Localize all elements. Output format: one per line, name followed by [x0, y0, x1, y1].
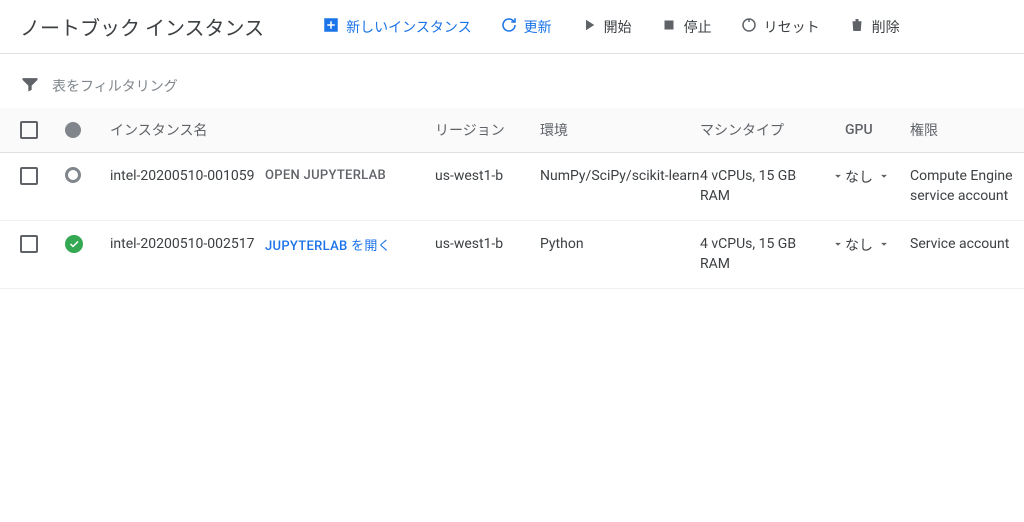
reset-label: リセット — [764, 17, 820, 37]
toolbar: ノートブック インスタンス 新しいインスタンス 更新 開始 停止 リセット 削除 — [0, 0, 1024, 54]
machine-type-label: 4 vCPUs, 15 GB RAM — [700, 235, 827, 274]
table-row: intel-20200510-001059 OPEN JUPYTERLAB us… — [0, 153, 1024, 221]
filter-icon[interactable] — [20, 74, 40, 98]
row-checkbox[interactable] — [20, 167, 38, 185]
gpu-cell[interactable]: なし — [845, 235, 910, 255]
select-all-checkbox[interactable] — [20, 121, 38, 139]
col-machine: マシンタイプ — [700, 120, 845, 140]
table-header: インスタンス名 リージョン 環境 マシンタイプ GPU 権限 — [0, 108, 1024, 153]
row-checkbox[interactable] — [20, 235, 38, 253]
machine-type-cell[interactable]: 4 vCPUs, 15 GB RAM — [700, 235, 845, 274]
reset-icon — [740, 16, 758, 38]
play-icon — [580, 16, 598, 38]
machine-type-cell[interactable]: 4 vCPUs, 15 GB RAM — [700, 167, 845, 206]
table-row: intel-20200510-002517 JUPYTERLAB を開く us-… — [0, 221, 1024, 289]
open-jupyterlab-link[interactable]: OPEN JUPYTERLAB — [265, 168, 386, 183]
region-cell: us-west1-b — [435, 235, 540, 255]
chevron-down-icon — [877, 237, 891, 255]
machine-type-label: 4 vCPUs, 15 GB RAM — [700, 167, 827, 206]
page-title: ノートブック インスタンス — [20, 12, 264, 41]
status-header-icon — [65, 122, 81, 138]
new-instance-button[interactable]: 新しいインスタンス — [322, 16, 471, 38]
gpu-label: なし — [845, 235, 873, 255]
plus-icon — [322, 16, 340, 38]
permission-cell: Service account — [910, 235, 1024, 255]
delete-button[interactable]: 削除 — [848, 16, 900, 38]
reset-button[interactable]: リセット — [740, 16, 820, 38]
stop-label: 停止 — [684, 17, 712, 37]
env-cell: Python — [540, 235, 700, 255]
refresh-button[interactable]: 更新 — [500, 16, 552, 38]
filter-placeholder[interactable]: 表をフィルタリング — [52, 76, 178, 96]
chevron-down-icon — [831, 169, 845, 187]
filter-bar: 表をフィルタリング — [0, 54, 1024, 108]
status-running-icon — [65, 235, 83, 253]
col-env: 環境 — [540, 120, 700, 140]
chevron-down-icon — [877, 169, 891, 187]
col-region: リージョン — [435, 120, 540, 140]
status-provisioning-icon — [65, 167, 81, 183]
trash-icon — [848, 16, 866, 38]
stop-button[interactable]: 停止 — [660, 16, 712, 38]
stop-icon — [660, 16, 678, 38]
instance-name: intel-20200510-002517 — [110, 235, 265, 255]
gpu-cell[interactable]: なし — [845, 167, 910, 187]
region-cell: us-west1-b — [435, 167, 540, 187]
open-jupyterlab-link[interactable]: JUPYTERLAB を開く — [265, 239, 391, 254]
env-cell: NumPy/SciPy/scikit-learn — [540, 167, 700, 187]
col-name: インスタンス名 — [110, 120, 265, 140]
start-label: 開始 — [604, 17, 632, 37]
delete-label: 削除 — [872, 17, 900, 37]
col-gpu: GPU — [845, 122, 910, 138]
instances-table: インスタンス名 リージョン 環境 マシンタイプ GPU 権限 intel-202… — [0, 108, 1024, 289]
gpu-label: なし — [845, 167, 873, 187]
instance-name: intel-20200510-001059 — [110, 167, 265, 187]
chevron-down-icon — [831, 237, 845, 255]
start-button[interactable]: 開始 — [580, 16, 632, 38]
col-perm: 権限 — [910, 120, 1024, 140]
refresh-icon — [500, 16, 518, 38]
permission-cell: Compute Engine service account — [910, 167, 1024, 206]
new-instance-label: 新しいインスタンス — [346, 17, 471, 37]
refresh-label: 更新 — [524, 17, 552, 37]
